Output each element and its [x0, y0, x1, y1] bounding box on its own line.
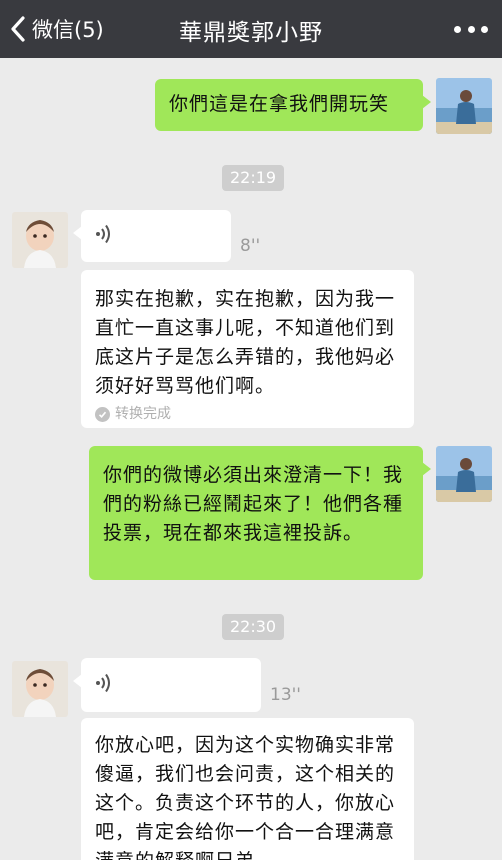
more-button[interactable] — [454, 15, 488, 43]
voice-wave-icon — [96, 673, 110, 693]
my-avatar[interactable] — [436, 446, 492, 502]
voice-transcript[interactable]: 你放心吧，因为这个实物确实非常傻逼，我们也会问责，这个相关的这个。负责这个环节的… — [81, 718, 414, 860]
chat-area[interactable]: 你們這是在拿我們開玩笑 22:19 8'' 那实在抱歉，实在抱歉，因为我一直忙一… — [0, 58, 502, 860]
sent-message[interactable]: 你們這是在拿我們開玩笑 — [155, 79, 431, 131]
more-icon-dot — [454, 25, 461, 33]
more-icon-dot — [467, 25, 475, 33]
transcript-status: 转换完成 — [95, 400, 171, 429]
voice-duration: 8'' — [240, 236, 261, 256]
baby-avatar-image — [12, 661, 68, 717]
contact-avatar[interactable] — [12, 661, 68, 717]
check-circle-icon — [95, 407, 110, 422]
message-text: 你們的微博必須出來澄清一下！我們的粉絲已經鬧起來了！他們各種投票，現在都來我這裡… — [103, 464, 404, 544]
my-avatar[interactable] — [436, 78, 492, 134]
voice-wave-icon — [96, 224, 110, 244]
transcript-text: 你放心吧，因为这个实物确实非常傻逼，我们也会问责，这个相关的这个。负责这个环节的… — [95, 734, 396, 860]
voice-message[interactable] — [73, 210, 231, 262]
more-icon-dot — [481, 25, 488, 33]
transcript-text: 那实在抱歉，实在抱歉，因为我一直忙一直这事儿呢，不知道他们到底这片子是怎么弄错的… — [95, 288, 396, 397]
user-avatar-image — [436, 78, 492, 134]
voice-duration: 13'' — [270, 685, 301, 705]
timestamp: 22:19 — [222, 165, 285, 191]
timestamp: 22:30 — [222, 614, 285, 640]
baby-avatar-image — [12, 212, 68, 268]
nav-bar: 微信(5) 華鼎獎郭小野 — [0, 0, 502, 58]
chevron-left-icon — [11, 16, 25, 42]
voice-transcript[interactable]: 那实在抱歉，实在抱歉，因为我一直忙一直这事儿呢，不知道他们到底这片子是怎么弄错的… — [81, 270, 414, 428]
message-text: 你們這是在拿我們開玩笑 — [169, 93, 390, 115]
contact-avatar[interactable] — [12, 212, 68, 268]
voice-message[interactable] — [73, 658, 261, 712]
user-avatar-image — [436, 446, 492, 502]
back-label: 微信(5) — [32, 18, 104, 42]
status-label: 转换完成 — [115, 406, 171, 422]
sent-message[interactable]: 你們的微博必須出來澄清一下！我們的粉絲已經鬧起來了！他們各種投票，現在都來我這裡… — [89, 446, 431, 580]
back-button[interactable]: 微信(5) — [10, 12, 104, 46]
